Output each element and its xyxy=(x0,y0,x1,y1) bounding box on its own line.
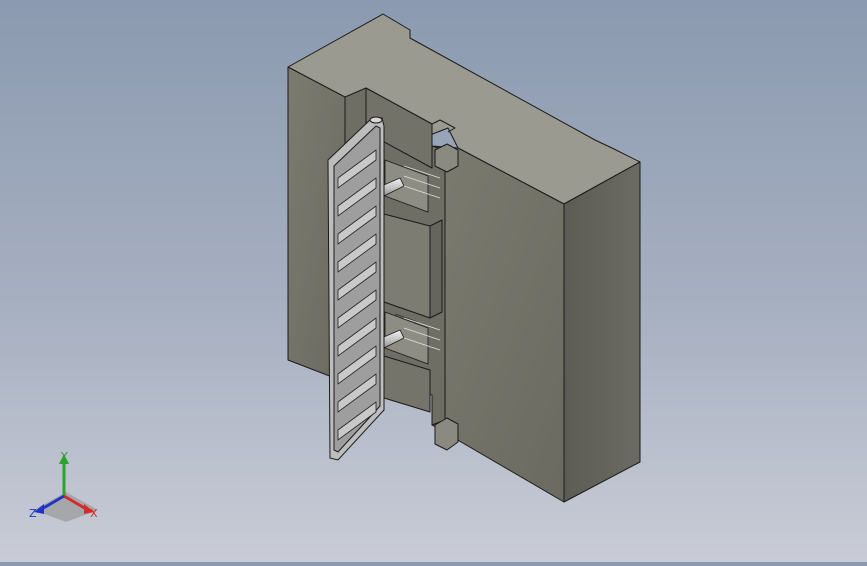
3d-viewport[interactable]: Y X Z xyxy=(0,0,867,562)
model-canvas[interactable] xyxy=(0,0,867,562)
cavity-middle-insert xyxy=(383,213,431,319)
block-side-face xyxy=(563,161,641,503)
ladder-plate[interactable] xyxy=(327,116,385,461)
locator-cube-bottom xyxy=(434,417,459,451)
z-axis-label: Z xyxy=(29,507,37,520)
orientation-triad[interactable]: Y X Z xyxy=(26,448,106,528)
block-front-face xyxy=(431,145,565,503)
locator-cube-top xyxy=(434,143,459,173)
y-axis-label: Y xyxy=(60,450,68,463)
cavity-middle-insert-side xyxy=(429,219,443,319)
x-axis-label: X xyxy=(90,507,98,520)
